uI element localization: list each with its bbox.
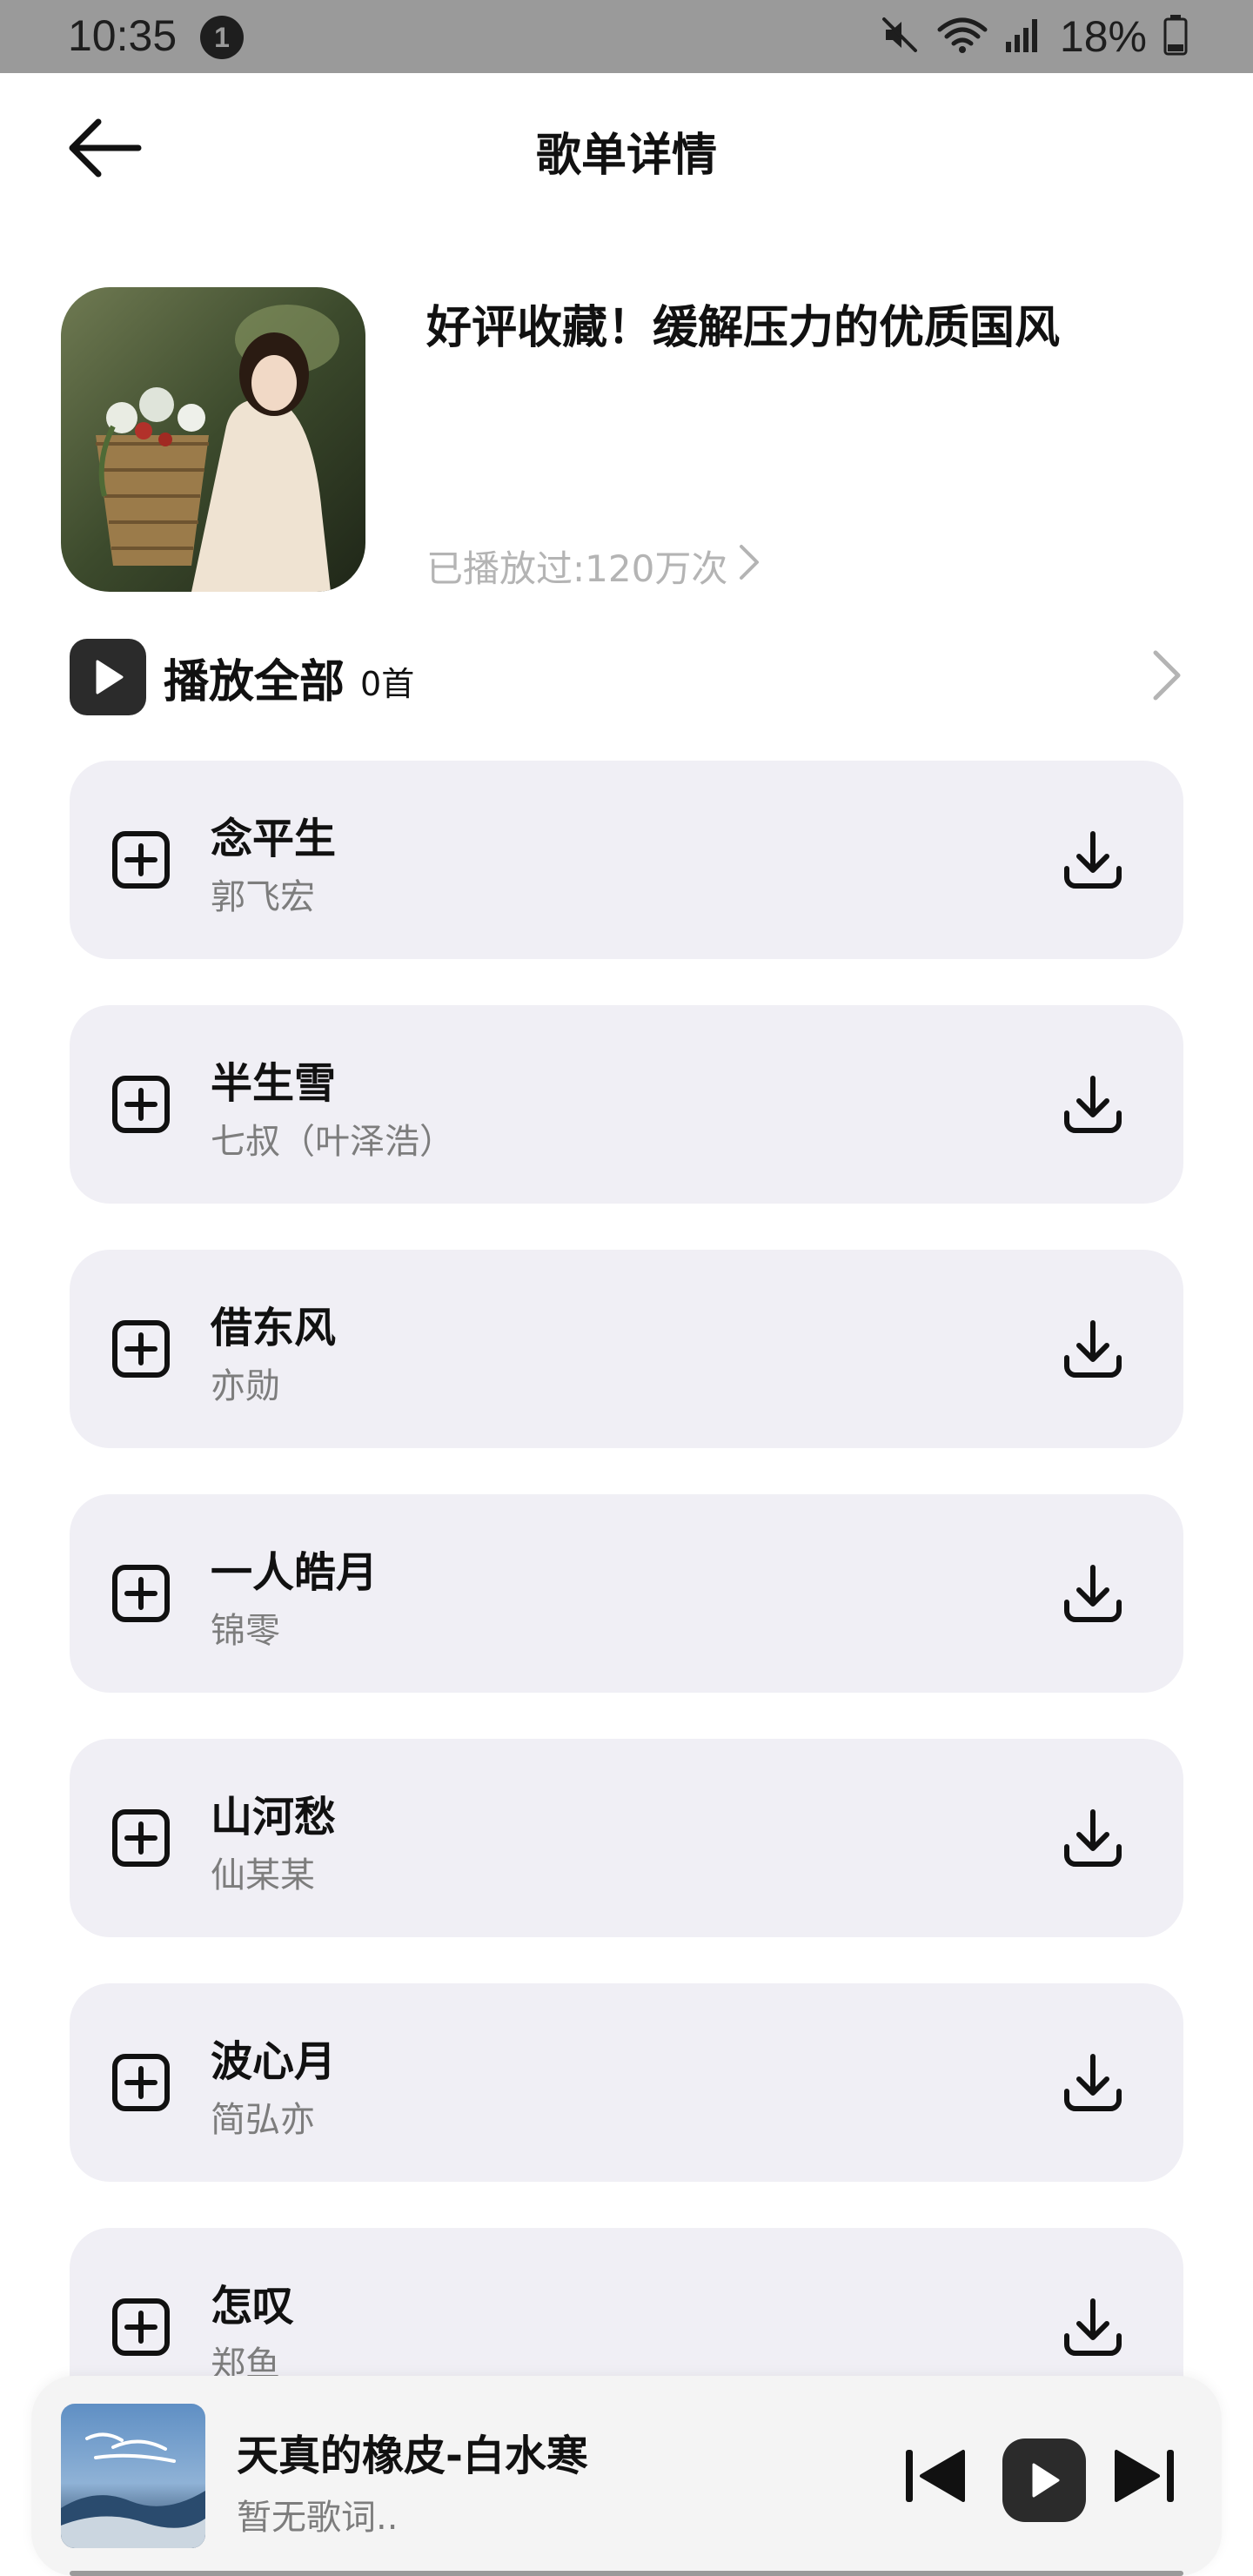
download-icon[interactable] <box>1055 1800 1131 1876</box>
song-title: 半生雪 <box>211 1059 337 1108</box>
notification-badge: 1 <box>200 16 244 59</box>
song-title: 山河愁 <box>211 1793 337 1841</box>
download-icon[interactable] <box>1055 822 1131 898</box>
add-to-playlist-icon[interactable] <box>104 2291 178 2364</box>
song-title: 念平生 <box>211 815 337 863</box>
song-count: 0首 <box>360 664 415 703</box>
previous-track-icon[interactable] <box>898 2438 973 2513</box>
wifi-icon <box>936 14 988 59</box>
play-pause-button[interactable] <box>1002 2438 1086 2522</box>
song-artist: 郭飞宏 <box>211 877 315 917</box>
signal-icon <box>1004 14 1044 59</box>
song-item[interactable]: 半生雪 七叔（叶泽浩） <box>70 1005 1183 1204</box>
song-item[interactable]: 借东风 亦勋 <box>70 1250 1183 1448</box>
download-icon[interactable] <box>1055 1066 1131 1143</box>
song-artist: 亦勋 <box>211 1366 280 1406</box>
download-icon[interactable] <box>1055 1311 1131 1387</box>
mute-icon <box>879 14 921 59</box>
play-all-icon[interactable] <box>70 639 146 715</box>
chevron-right-icon[interactable] <box>1149 647 1183 707</box>
add-to-playlist-icon[interactable] <box>104 1312 178 1385</box>
now-playing-title: 天真的橡皮-白水寒 <box>237 2432 588 2480</box>
add-to-playlist-icon[interactable] <box>104 2046 178 2119</box>
song-artist: 仙某某 <box>211 1855 315 1895</box>
chevron-right-icon <box>738 543 761 590</box>
next-track-icon[interactable] <box>1107 2438 1182 2513</box>
add-to-playlist-icon[interactable] <box>104 1557 178 1630</box>
status-bar: 10:35 1 18% <box>0 0 1253 73</box>
song-title: 波心月 <box>211 2037 337 2086</box>
download-icon[interactable] <box>1055 1555 1131 1632</box>
song-item[interactable]: 山河愁 仙某某 <box>70 1739 1183 1937</box>
song-item[interactable]: 波心月 简弘亦 <box>70 1983 1183 2182</box>
now-playing-cover-image <box>61 2404 205 2548</box>
mini-player[interactable]: 天真的橡皮-白水寒 暂无歌词.. <box>31 2376 1222 2576</box>
battery-icon <box>1163 13 1189 60</box>
status-time: 10:35 <box>68 11 178 60</box>
song-item[interactable]: 念平生 郭飞宏 <box>70 761 1183 959</box>
song-artist: 简弘亦 <box>211 2100 315 2140</box>
play-all-row[interactable]: 播放全部 0首 <box>70 635 1183 719</box>
home-indicator <box>70 2571 1183 2576</box>
add-to-playlist-icon[interactable] <box>104 1068 178 1141</box>
song-title: 借东风 <box>211 1304 337 1352</box>
play-all-label: 播放全部 <box>164 655 345 708</box>
status-icons: 18% <box>879 9 1189 64</box>
song-item[interactable]: 一人皓月 锦零 <box>70 1494 1183 1693</box>
playlist-title: 好评收藏！缓解压力的优质国风 <box>426 302 1061 354</box>
song-artist: 锦零 <box>211 1611 280 1651</box>
playlist-plays-text: 已播放过:120万次 <box>426 547 728 590</box>
add-to-playlist-icon[interactable] <box>104 823 178 896</box>
battery-text: 18% <box>1059 12 1147 61</box>
now-playing-lyric: 暂无歌词.. <box>237 2498 399 2538</box>
download-icon[interactable] <box>1055 2044 1131 2121</box>
add-to-playlist-icon[interactable] <box>104 1801 178 1875</box>
song-title: 一人皓月 <box>211 1548 379 1597</box>
song-title: 怎叹 <box>211 2282 295 2331</box>
playlist-plays-link[interactable]: 已播放过:120万次 <box>426 540 761 593</box>
page-title: 歌单详情 <box>535 130 717 182</box>
download-icon[interactable] <box>1055 2289 1131 2365</box>
song-artist: 七叔（叶泽浩） <box>211 1122 454 1162</box>
playlist-cover-image <box>61 287 365 592</box>
